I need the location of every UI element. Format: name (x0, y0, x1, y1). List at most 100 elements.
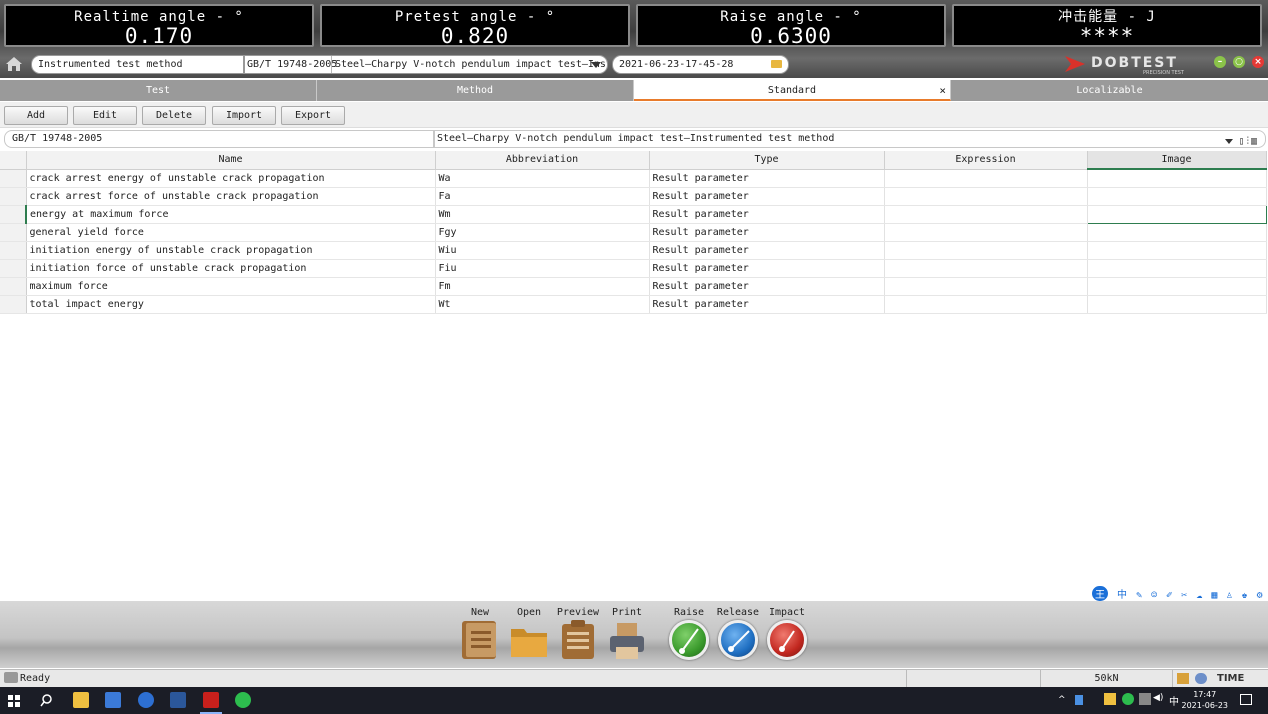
cell-abbreviation[interactable]: Fm (435, 277, 650, 296)
cell-image[interactable] (1087, 295, 1267, 314)
windows-start-icon[interactable] (8, 695, 20, 707)
impact-button[interactable] (767, 620, 807, 660)
volume-icon[interactable]: ◀) (1153, 693, 1163, 703)
file-explorer-icon[interactable] (73, 692, 89, 708)
cell-name[interactable]: initiation energy of unstable crack prop… (26, 241, 436, 260)
column-header-image[interactable]: Image (1087, 151, 1267, 170)
row-header[interactable] (0, 295, 27, 314)
timestamp-field[interactable]: 2021-06-23-17-45-28 (612, 55, 789, 74)
cell-abbreviation[interactable]: Wt (435, 295, 650, 314)
raise-pendulum-button[interactable] (669, 620, 709, 660)
new-document-icon[interactable] (460, 619, 500, 661)
calculator-icon[interactable] (105, 692, 121, 708)
row-header[interactable] (0, 241, 27, 260)
cell-abbreviation[interactable]: Fgy (435, 223, 650, 242)
skin-icon[interactable]: ♚ (1242, 590, 1248, 601)
cell-image-selected[interactable] (1086, 204, 1267, 224)
tab-standard[interactable]: Standard × (634, 80, 951, 101)
cell-expression[interactable] (884, 295, 1088, 314)
cell-image[interactable] (1087, 259, 1267, 278)
cell-abbreviation[interactable]: Wm (435, 205, 650, 224)
cell-name[interactable]: general yield force (26, 223, 436, 242)
cell-abbreviation[interactable]: Fa (435, 187, 650, 206)
cell-image[interactable] (1087, 277, 1267, 296)
cloud-icon[interactable]: ☁ (1196, 590, 1202, 601)
emoji-icon[interactable]: ☺ (1151, 590, 1157, 601)
row-header[interactable] (0, 205, 27, 224)
add-button[interactable]: Add (4, 106, 68, 125)
table-row[interactable]: initiation force of unstable crack propa… (0, 259, 1267, 278)
cell-image[interactable] (1087, 223, 1267, 242)
table-row-selected[interactable]: energy at maximum force Wm Result parame… (0, 204, 1267, 224)
cell-type[interactable]: Result parameter (649, 205, 885, 224)
cell-abbreviation[interactable]: Fiu (435, 259, 650, 278)
table-row[interactable]: general yield force Fgy Result parameter (0, 223, 1267, 242)
network-icon[interactable] (1139, 693, 1151, 705)
cell-name[interactable]: energy at maximum force (26, 205, 436, 224)
column-header-name[interactable]: Name (26, 151, 436, 170)
standard-select[interactable]: GB/T 19748-2005Steel—Charpy V-notch pend… (244, 55, 608, 74)
cell-name[interactable]: crack arrest force of unstable crack pro… (26, 187, 436, 206)
table-row[interactable]: maximum force Fm Result parameter (0, 277, 1267, 296)
import-button[interactable]: Import (212, 106, 276, 125)
cell-expression[interactable] (884, 277, 1088, 296)
cell-name[interactable]: initiation force of unstable crack propa… (26, 259, 436, 278)
table-row[interactable]: crack arrest force of unstable crack pro… (0, 187, 1267, 206)
chevron-down-icon[interactable] (1225, 138, 1234, 144)
tab-test[interactable]: Test (0, 80, 317, 101)
cell-expression[interactable] (884, 223, 1088, 242)
cell-type[interactable]: Result parameter (649, 187, 885, 206)
wechat-icon[interactable] (235, 692, 251, 708)
row-header[interactable] (0, 259, 27, 278)
tray-app-icon[interactable] (1075, 695, 1083, 705)
tray-security-icon[interactable] (1104, 693, 1116, 705)
cell-image[interactable] (1087, 187, 1267, 206)
cell-type[interactable]: Result parameter (649, 169, 885, 188)
cell-type[interactable]: Result parameter (649, 223, 885, 242)
keyboard-icon[interactable]: ▦ (1211, 590, 1217, 601)
gear-icon[interactable]: ⚙ (1257, 590, 1263, 601)
cell-type[interactable]: Result parameter (649, 241, 885, 260)
tools-icon[interactable]: ✂ (1181, 590, 1187, 601)
column-header-expression[interactable]: Expression (884, 151, 1088, 170)
open-folder-icon[interactable] (509, 619, 549, 661)
edit-button[interactable]: Edit (73, 106, 137, 125)
minimize-button[interactable]: – (1214, 56, 1226, 68)
column-header-type[interactable]: Type (649, 151, 885, 170)
tab-localizable[interactable]: Localizable (951, 80, 1268, 101)
cell-abbreviation[interactable]: Wa (435, 169, 650, 188)
close-tab-icon[interactable]: × (939, 80, 946, 101)
cell-name[interactable]: maximum force (26, 277, 436, 296)
row-header[interactable] (0, 277, 27, 296)
cell-image[interactable] (1087, 241, 1267, 260)
cell-expression[interactable] (884, 205, 1088, 224)
close-button[interactable]: × (1252, 56, 1264, 68)
row-header[interactable] (0, 187, 27, 206)
cell-expression[interactable] (884, 187, 1088, 206)
punctuation-icon[interactable]: ✎ (1136, 590, 1142, 601)
delete-button[interactable]: Delete (142, 106, 206, 125)
tab-method[interactable]: Method (317, 80, 634, 101)
row-header[interactable] (0, 169, 27, 188)
ime-indicator[interactable]: 中 (1169, 693, 1179, 708)
browser-icon[interactable] (138, 692, 154, 708)
row-header[interactable] (0, 223, 27, 242)
table-row[interactable]: crack arrest energy of unstable crack pr… (0, 169, 1267, 188)
ime-language[interactable]: 中 (1117, 586, 1127, 601)
cell-image[interactable] (1087, 169, 1267, 188)
method-field[interactable]: Instrumented test method (31, 55, 244, 74)
user-icon[interactable]: ♙ (1226, 590, 1232, 601)
cell-name[interactable]: total impact energy (26, 295, 436, 314)
folder-icon[interactable] (771, 60, 782, 68)
cell-expression[interactable] (884, 241, 1088, 260)
maximize-button[interactable]: ○ (1233, 56, 1245, 68)
table-row[interactable]: initiation energy of unstable crack prop… (0, 241, 1267, 260)
table-row[interactable]: total impact energy Wt Result parameter (0, 295, 1267, 314)
cell-expression[interactable] (884, 169, 1088, 188)
tray-wechat-icon[interactable] (1122, 693, 1134, 705)
preview-clipboard-icon[interactable] (558, 619, 598, 661)
book-icon[interactable] (1177, 673, 1189, 684)
word-icon[interactable] (170, 692, 186, 708)
cell-expression[interactable] (884, 259, 1088, 278)
dobtest-app-icon[interactable] (203, 692, 219, 708)
